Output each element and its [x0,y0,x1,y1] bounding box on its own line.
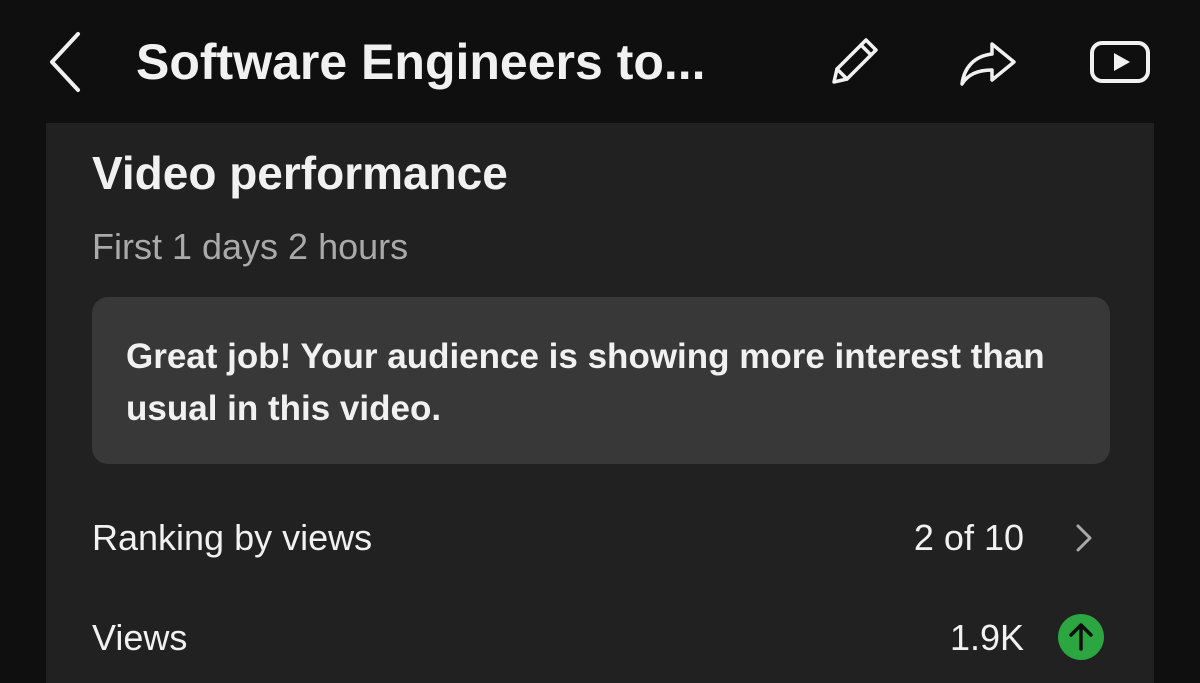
share-icon [960,42,1016,86]
chevron-right-icon [1068,522,1100,554]
arrow-up-icon [1058,614,1104,660]
ranking-label: Ranking by views [92,517,373,558]
card-title: Video performance [92,147,508,199]
performance-banner: Great job! Your audience is showing more… [92,297,1110,464]
ranking-row[interactable]: Ranking by views 2 of 10 [46,498,1154,578]
card-subtitle: First 1 days 2 hours [92,226,409,267]
views-row: Views 1.9K [46,598,1154,678]
pencil-icon [832,38,878,84]
chevron-left-icon [50,32,80,92]
top-app-bar: Software Engineers to... [0,0,1200,122]
ranking-value: 2 of 10 [913,517,1024,558]
page-title: Software Engineers to... [136,34,706,90]
youtube-icon [1090,41,1150,83]
youtube-button[interactable] [1088,30,1152,94]
edit-button[interactable] [822,30,886,94]
banner-text: Great job! Your audience is showing more… [126,337,1045,428]
video-performance-card: Video performance First 1 days 2 hours G… [46,123,1154,683]
back-button[interactable] [40,28,92,96]
views-value: 1.9K [949,617,1024,658]
share-button[interactable] [956,30,1020,94]
views-label: Views [92,617,188,658]
